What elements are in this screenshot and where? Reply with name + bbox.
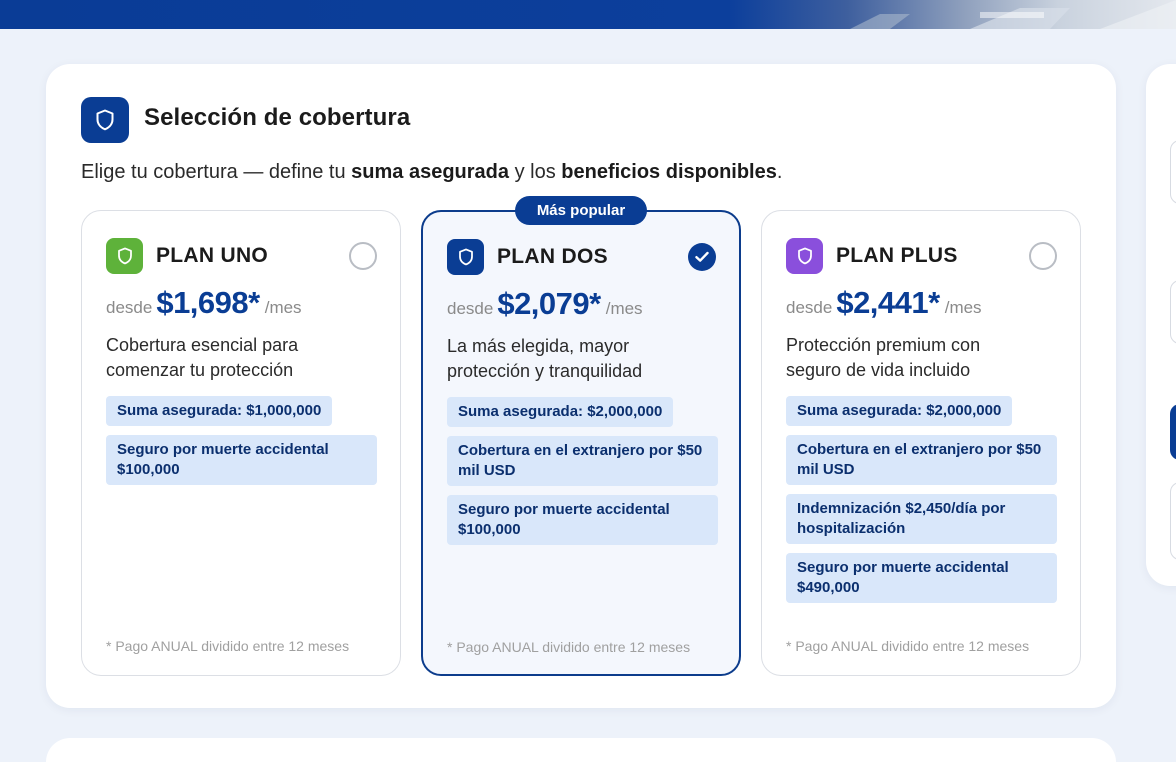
plan-uno-icon-badge	[106, 238, 143, 274]
shield-icon	[117, 247, 132, 265]
plan-description-line: protección y tranquilidad	[447, 361, 643, 381]
subtitle-text: y los	[509, 161, 562, 183]
section-title: Selección de cobertura	[144, 104, 411, 131]
benefit-chip: Cobertura en el extranjero por $50 mil U…	[447, 436, 718, 486]
plan-description: La más elegida, mayor protección y tranq…	[447, 334, 727, 384]
plan-name: PLAN PLUS	[836, 244, 958, 267]
side-panel-card	[1146, 64, 1176, 586]
plan-description-line: comenzar tu protección	[106, 360, 294, 380]
plan-card-dos[interactable]: PLAN DOS desde $2,079* /mes La más elegi…	[421, 210, 741, 676]
side-panel-fragment	[1170, 482, 1176, 560]
benefit-chip: Cobertura en el extranjero por $50 mil U…	[786, 435, 1057, 485]
shield-icon	[797, 247, 812, 265]
price-period: /mes	[605, 299, 643, 318]
plan-dos-radio[interactable]	[688, 243, 716, 271]
subtitle-text: Elige tu cobertura — define tu	[81, 161, 352, 183]
plan-description: Cobertura esencial para comenzar tu prot…	[106, 333, 386, 383]
plan-footnote: * Pago ANUAL dividido entre 12 meses	[447, 639, 691, 655]
popular-badge: Más popular	[515, 196, 647, 225]
plan-plus-icon-badge	[786, 238, 823, 274]
plan-price: desde $2,441* /mes	[786, 285, 982, 321]
price-value: $2,441*	[836, 285, 940, 320]
subtitle-bold-sum: suma asegurada	[351, 161, 510, 183]
price-period: /mes	[944, 298, 982, 317]
plan-card-plus[interactable]: PLAN PLUS desde $2,441* /mes Protección …	[761, 210, 1081, 676]
plan-price: desde $1,698* /mes	[106, 285, 302, 321]
price-value: $2,079*	[497, 286, 601, 321]
shield-icon	[96, 109, 114, 131]
plan-plus-radio[interactable]	[1029, 242, 1057, 270]
price-prefix: desde	[447, 299, 494, 318]
plan-name: PLAN DOS	[497, 245, 608, 268]
plan-uno-radio[interactable]	[349, 242, 377, 270]
plan-footnote: * Pago ANUAL dividido entre 12 meses	[786, 638, 1030, 654]
benefit-chip: Seguro por muerte accidental $100,000	[447, 495, 718, 545]
section-subtitle: Elige tu cobertura — define tu suma aseg…	[81, 161, 782, 184]
side-panel-button[interactable]	[1170, 404, 1176, 460]
benefit-chip: Suma asegurada: $1,000,000	[106, 396, 333, 426]
plan-benefits: Suma asegurada: $2,000,000 Cobertura en …	[447, 397, 718, 545]
plan-dos-icon-badge	[447, 239, 484, 275]
plan-card-uno[interactable]: PLAN UNO desde $1,698* /mes Cobertura es…	[81, 210, 401, 676]
benefit-chip: Suma asegurada: $2,000,000	[447, 397, 674, 427]
plan-name: PLAN UNO	[156, 244, 269, 267]
plan-benefits: Suma asegurada: $2,000,000 Cobertura en …	[786, 396, 1057, 603]
checkmark-icon	[695, 251, 709, 262]
price-prefix: desde	[786, 298, 833, 317]
plan-description: Protección premium con seguro de vida in…	[786, 333, 1066, 383]
plan-description-line: Cobertura esencial para	[106, 335, 299, 355]
banner-decoration	[850, 0, 1176, 29]
benefit-chip: Indemnización $2,450/día por hospitaliza…	[786, 494, 1057, 544]
side-panel-fragment	[1170, 280, 1176, 344]
price-value: $1,698*	[156, 285, 260, 320]
plan-description-line: La más elegida, mayor	[447, 336, 630, 356]
header-shield-badge	[81, 97, 129, 143]
plan-benefits: Suma asegurada: $1,000,000 Seguro por mu…	[106, 396, 377, 485]
subtitle-bold-benefits: beneficios disponibles	[561, 161, 777, 183]
price-period: /mes	[264, 298, 302, 317]
price-prefix: desde	[106, 298, 153, 317]
next-section-card	[46, 738, 1116, 762]
side-panel-fragment	[1170, 140, 1176, 204]
top-banner	[0, 0, 1176, 29]
shield-icon	[458, 248, 473, 266]
benefit-chip: Seguro por muerte accidental $490,000	[786, 553, 1057, 603]
plan-description-line: Protección premium con	[786, 335, 981, 355]
benefit-chip: Seguro por muerte accidental $100,000	[106, 435, 377, 485]
plan-description-line: seguro de vida incluido	[786, 360, 971, 380]
plan-footnote: * Pago ANUAL dividido entre 12 meses	[106, 638, 350, 654]
subtitle-text: .	[776, 161, 783, 183]
benefit-chip: Suma asegurada: $2,000,000	[786, 396, 1013, 426]
plan-price: desde $2,079* /mes	[447, 286, 643, 322]
